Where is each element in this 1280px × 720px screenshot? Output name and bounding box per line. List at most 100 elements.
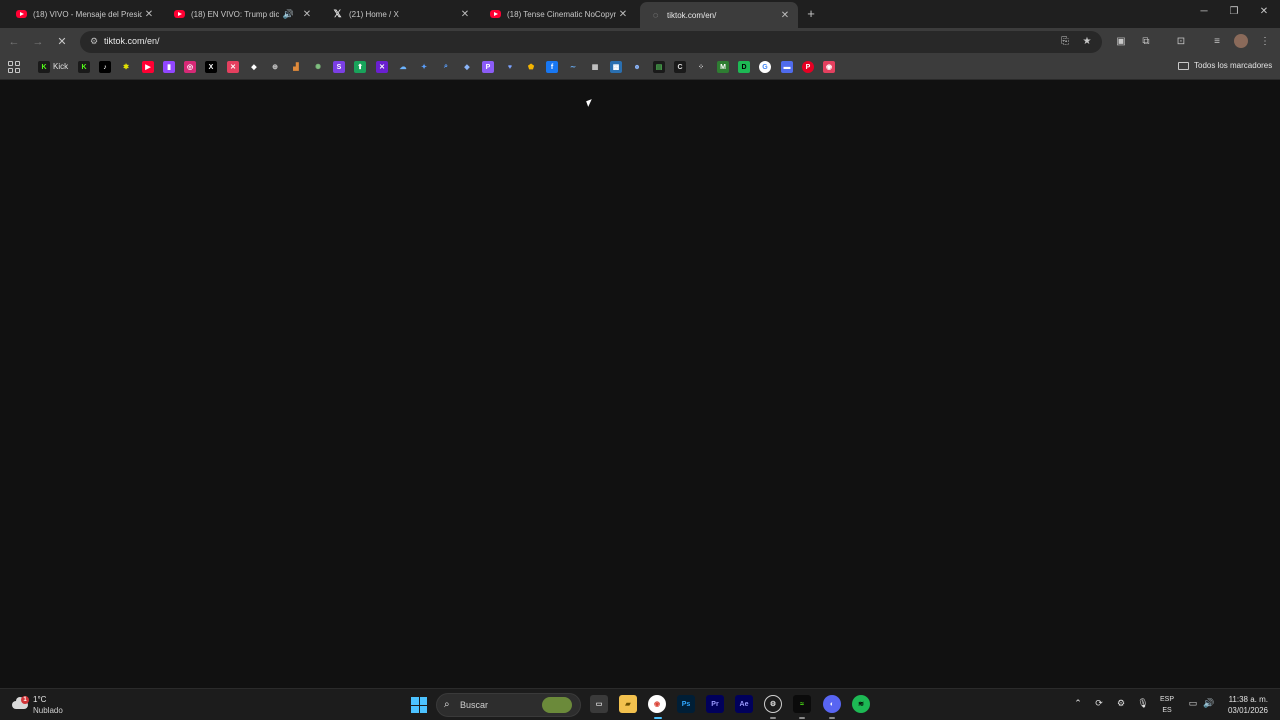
task-view-icon[interactable]: ▭ [590,695,608,713]
minimize-icon[interactable]: ─ [1197,6,1211,17]
x-icon[interactable]: X [205,61,217,73]
close-icon[interactable]: ✕ [142,7,156,21]
photoshop-icon[interactable]: Ps [677,695,695,713]
microphone-icon[interactable]: 🎙 [1136,698,1150,709]
steam-tray-icon[interactable]: ⚙ [1114,698,1128,709]
new-tab-button[interactable]: + [803,6,819,21]
dots-icon[interactable]: ⁘ [695,61,707,73]
instagram-icon[interactable]: ◎ [184,61,196,73]
tab-search-icon[interactable]: ⊡ [1173,34,1189,50]
apps-grid-icon[interactable] [8,61,20,73]
steam-icon[interactable]: ⚙ [764,695,782,713]
back-icon[interactable]: ← [6,34,22,50]
tiktok-icon[interactable]: ♪ [99,61,111,73]
tab-youtube-vivo-mensaje[interactable]: (18) VIVO - Mensaje del Preside ✕ [6,4,162,24]
puzzle-icon[interactable]: ⧉ [1138,34,1154,50]
extension-icon[interactable]: ▣ [1113,34,1129,50]
stop-loading-icon[interactable]: ✕ [54,34,70,50]
analytics-icon[interactable]: ▟ [290,61,302,73]
c-app-icon[interactable]: C [674,61,686,73]
wave-icon[interactable]: ∼ [567,61,579,73]
search-bookmark-icon[interactable]: ⌕ [440,61,452,73]
globe-icon[interactable]: ⊕ [269,61,281,73]
after-effects-icon[interactable]: Ae [735,695,753,713]
google-icon[interactable]: G [759,61,771,73]
restore-icon[interactable]: ❐ [1227,6,1241,17]
search-highlight-image [542,697,572,713]
facebook-icon[interactable]: f [546,61,558,73]
camera-app-icon[interactable]: ◉ [823,61,835,73]
star-bookmark-icon[interactable]: ✱ [120,61,132,73]
youtube-icon [490,9,501,20]
avatar[interactable] [1234,34,1248,48]
p-app-icon[interactable]: P [482,61,494,73]
sparkle-icon[interactable]: ✦ [418,61,430,73]
blue-square-icon[interactable]: ▩ [610,61,622,73]
spotify-icon[interactable]: ≋ [852,695,870,713]
all-bookmarks-button[interactable]: Todos los marcadores [1178,61,1272,70]
translate-icon[interactable]: ⎘ [1058,35,1072,49]
tab-tiktok[interactable]: ◌ tiktok.com/en/ ✕ [640,2,798,28]
taskbar-search[interactable]: ⌕ Buscar [436,693,581,717]
media-control-icon[interactable]: ≡ [1209,34,1225,50]
pinterest-icon[interactable]: P [802,61,814,73]
gem-icon[interactable]: ◆ [461,61,473,73]
close-icon[interactable]: ✕ [300,7,314,21]
doc-app-icon[interactable]: ▬ [781,61,793,73]
swirl-icon[interactable]: ✺ [312,61,324,73]
url-text[interactable]: tiktok.com/en/ [104,36,160,46]
tab-youtube-tense-cinematic[interactable]: (18) Tense Cinematic NoCopyri ✕ [480,4,636,24]
d-app-icon[interactable]: D [738,61,750,73]
forward-icon[interactable]: → [30,34,46,50]
terminal-app-icon[interactable]: ≈ [793,695,811,713]
youtube-icon[interactable]: ▶ [142,61,154,73]
address-bar[interactable]: ⚙ tiktok.com/en/ ⎘ ★ [80,31,1102,53]
discord-icon[interactable]: ◐ [823,695,841,713]
language-code: ESP [1160,696,1175,703]
sync-icon[interactable]: ⟳ [1092,698,1106,709]
close-icon[interactable]: ✕ [458,7,472,21]
speaker-icon[interactable]: 🔊 [283,9,294,20]
tab-x-home[interactable]: 𝕏 (21) Home / X ✕ [322,4,478,24]
tab-strip: (18) VIVO - Mensaje del Preside ✕ (18) E… [0,0,1280,28]
premiere-icon[interactable]: Pr [706,695,724,713]
language-indicator[interactable]: ESP ES [1160,694,1174,716]
grid-app-icon[interactable]: ▦ [589,61,601,73]
close-icon[interactable]: ✕ [616,7,630,21]
green-app-icon[interactable]: ⬆ [354,61,366,73]
weather-alert-badge: 1 [21,696,29,704]
close-icon[interactable]: ✕ [778,8,792,22]
terminal-icon[interactable]: ▤ [653,61,665,73]
maps-icon[interactable]: ⬟ [525,61,537,73]
volume-icon[interactable]: 🔊 [1202,698,1216,709]
start-button[interactable] [411,697,427,713]
cloud-icon[interactable]: ☁ [397,61,409,73]
diamond-icon[interactable]: ◆ [248,61,260,73]
toolbar: ← → ✕ ⚙ tiktok.com/en/ ⎘ ★ ▣ ⧉ ⊡ ≡ ⋮ [0,28,1280,56]
weather-cloud-icon[interactable]: 1 [12,696,30,710]
s-app-icon[interactable]: S [333,61,345,73]
twitch-icon[interactable]: ▮ [163,61,175,73]
chrome-icon[interactable]: ◉ [648,695,666,713]
kick-icon[interactable]: K [78,61,90,73]
tab-youtube-en-vivo-trump[interactable]: (18) EN VIVO: Trump dice q 🔊 ✕ [164,4,320,24]
kick-icon[interactable]: K [38,61,50,73]
chrome-active-indicator [654,717,662,719]
bookmark-label-kick[interactable]: Kick [53,62,68,71]
purple-x-icon[interactable]: ✕ [376,61,388,73]
network-icon[interactable]: ▭ [1186,698,1200,709]
chevron-up-icon[interactable]: ⌃ [1071,698,1085,709]
file-explorer-icon[interactable]: ▰ [619,695,637,713]
clock[interactable]: 11:38 a. m. 03/01/2026 [1222,694,1268,716]
bot-icon[interactable]: ☻ [631,61,643,73]
close-window-icon[interactable]: ✕ [1257,6,1271,17]
tab-title: (18) VIVO - Mensaje del Preside [33,9,142,19]
heart-icon[interactable]: ♥ [504,61,516,73]
bookmark-red-icon[interactable]: ✕ [227,61,239,73]
site-info-icon[interactable]: ⚙ [88,36,100,48]
m-app-icon[interactable]: M [717,61,729,73]
bookmark-star-icon[interactable]: ★ [1080,35,1094,49]
weather-condition[interactable]: Nublado [33,706,63,715]
menu-icon[interactable]: ⋮ [1257,34,1273,50]
weather-temperature[interactable]: 1°C [33,695,46,704]
